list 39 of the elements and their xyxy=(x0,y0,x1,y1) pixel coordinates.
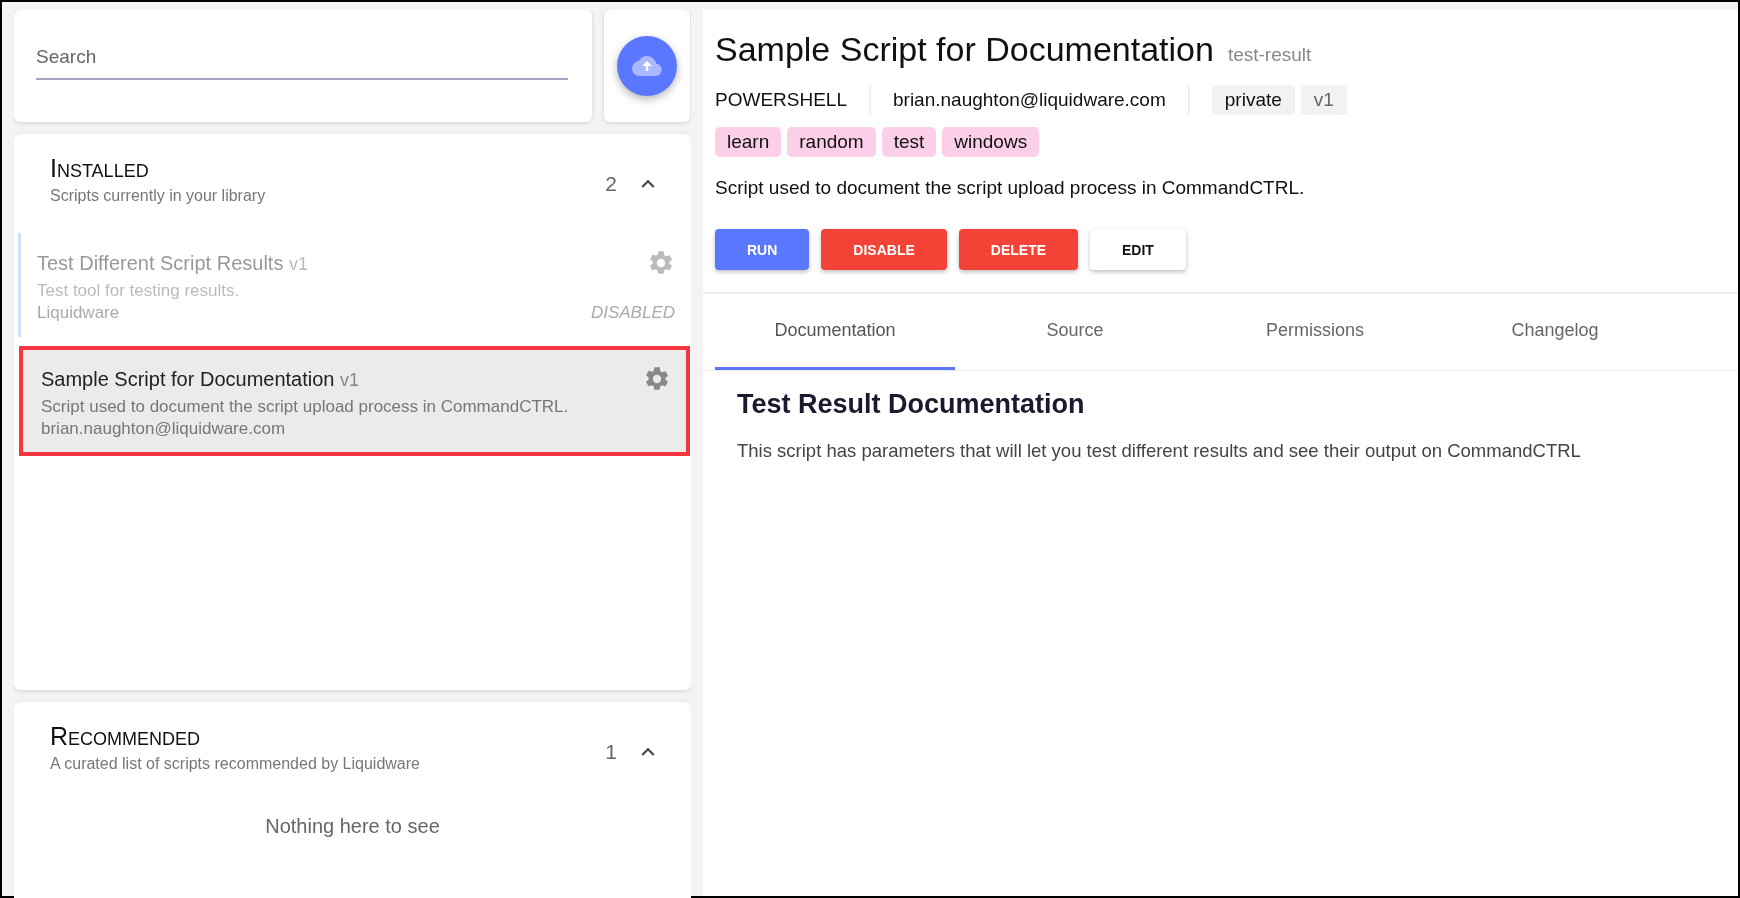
count-label: 1 xyxy=(605,740,617,764)
tab[interactable]: Documentation xyxy=(715,294,955,370)
edit-button[interactable]: EDIT xyxy=(1090,229,1186,270)
danger-button[interactable]: DELETE xyxy=(958,229,1079,270)
section-subtitle: A curated list of scripts recommended by Liquidware xyxy=(50,755,420,773)
tab[interactable]: Changelog xyxy=(1435,294,1675,370)
doc-heading: Test Result Documentation xyxy=(737,389,1086,420)
script-title: Test Different Script Results v1 xyxy=(37,251,308,275)
script-author: Liquidware xyxy=(37,303,120,323)
status-label: DISABLED xyxy=(590,303,675,323)
script-author: brian.naughton@liquidware.com xyxy=(41,419,286,439)
settings-icon[interactable] xyxy=(643,365,671,393)
search-field[interactable]: Search xyxy=(14,10,592,122)
tag-chip: learn xyxy=(715,127,782,157)
doc-paragraph: This script has parameters that will let you test different results and see their output on CommandCTRL xyxy=(737,440,1582,462)
tab[interactable]: Source xyxy=(955,294,1195,370)
upload-button[interactable] xyxy=(617,36,677,96)
empty-message: Nothing here to see xyxy=(264,815,441,838)
author-label: brian.naughton@liquidware.com xyxy=(893,89,1166,111)
section-title: Installed xyxy=(50,154,150,183)
count-label: 2 xyxy=(605,172,617,196)
script-list-item[interactable]: Sample Script for Documentation v1 Script used to document the script upload process in CommandCTRL. brian.naughton@liquidware.com xyxy=(22,349,687,453)
tag-chip: random xyxy=(787,127,876,157)
script-description: Test tool for testing results. xyxy=(37,281,241,301)
tag-chip: test xyxy=(881,127,937,157)
script-title: Sample Script for Documentation v1 xyxy=(41,367,360,391)
tag-chip: windows xyxy=(942,127,1040,157)
section-title: Recommended xyxy=(50,722,202,751)
script-description: Script used to document the script upload process in CommandCTRL. xyxy=(41,397,570,417)
language-label: POWERSHELL xyxy=(715,89,847,111)
visibility-chip: private xyxy=(1211,85,1295,115)
script-description: Script used to document the script upload process in CommandCTRL. xyxy=(715,177,1306,199)
danger-button[interactable]: DISABLE xyxy=(821,229,947,270)
script-slug: test-result xyxy=(1227,44,1312,66)
section-subtitle: Scripts currently in your library xyxy=(50,187,266,205)
tab[interactable]: Permissions xyxy=(1195,294,1435,370)
version-chip: v1 xyxy=(1300,85,1347,115)
run-button[interactable]: RUN xyxy=(715,229,810,270)
script-title: Sample Script for Documentation xyxy=(715,30,1214,69)
